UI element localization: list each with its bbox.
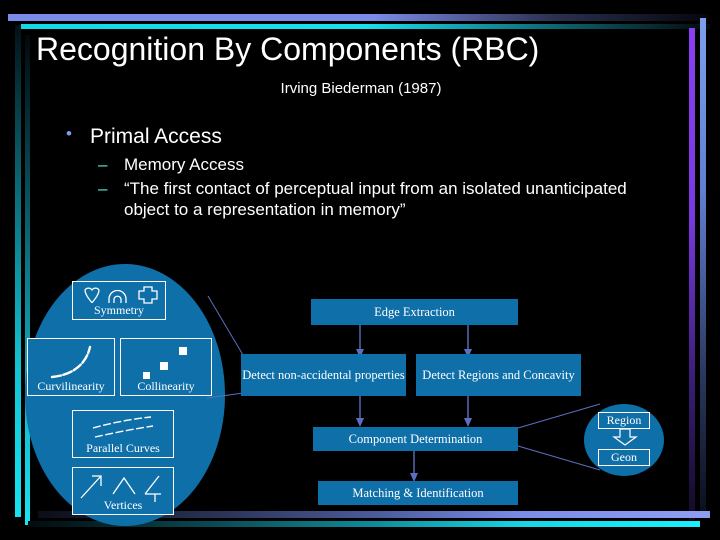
curved-line-icon	[50, 345, 92, 379]
feature-box-curvilinearity[interactable]: Curvilinearity	[27, 338, 115, 396]
feature-box-collinearity[interactable]: Collinearity	[120, 338, 212, 396]
callout-down-arrow-icon	[612, 428, 638, 446]
feature-box-parallel-curves[interactable]: Parallel Curves	[72, 410, 174, 458]
feature-label-parallel-curves: Parallel Curves	[86, 441, 160, 455]
feature-label-vertices: Vertices	[103, 498, 143, 512]
feature-label-collinearity: Collinearity	[137, 379, 195, 393]
peak-vertex-icon	[112, 476, 136, 495]
heart-outline-icon	[84, 287, 100, 304]
arrow-vertex-icon	[80, 475, 102, 499]
three-dots-diagonal-icon	[143, 347, 187, 379]
process-box-detect-nonaccidental-properties[interactable]: Detect non-accidental properties	[241, 354, 406, 396]
process-box-edge-extraction[interactable]: Edge Extraction	[311, 299, 518, 325]
feature-box-vertices[interactable]: Vertices	[72, 467, 174, 515]
process-box-component-determination[interactable]: Component Determination	[313, 427, 518, 451]
callout-box-region[interactable]: Region	[598, 412, 650, 429]
cross-outline-icon	[138, 286, 158, 304]
arch-outline-icon	[108, 289, 127, 303]
process-box-detect-regions-and-concavity[interactable]: Detect Regions and Concavity	[416, 354, 581, 396]
feature-label-curvilinearity: Curvilinearity	[37, 379, 105, 393]
rbc-flow-diagram: Symmetry Curvilinearity Collinearity Par…	[0, 0, 720, 540]
callout-box-geon[interactable]: Geon	[598, 449, 650, 466]
process-box-matching-identification[interactable]: Matching & Identification	[318, 481, 518, 505]
feature-label-symmetry: Symmetry	[94, 303, 144, 317]
slide-canvas: Recognition By Components (RBC) Irving B…	[0, 0, 720, 540]
feature-box-symmetry[interactable]: Symmetry	[72, 281, 166, 320]
